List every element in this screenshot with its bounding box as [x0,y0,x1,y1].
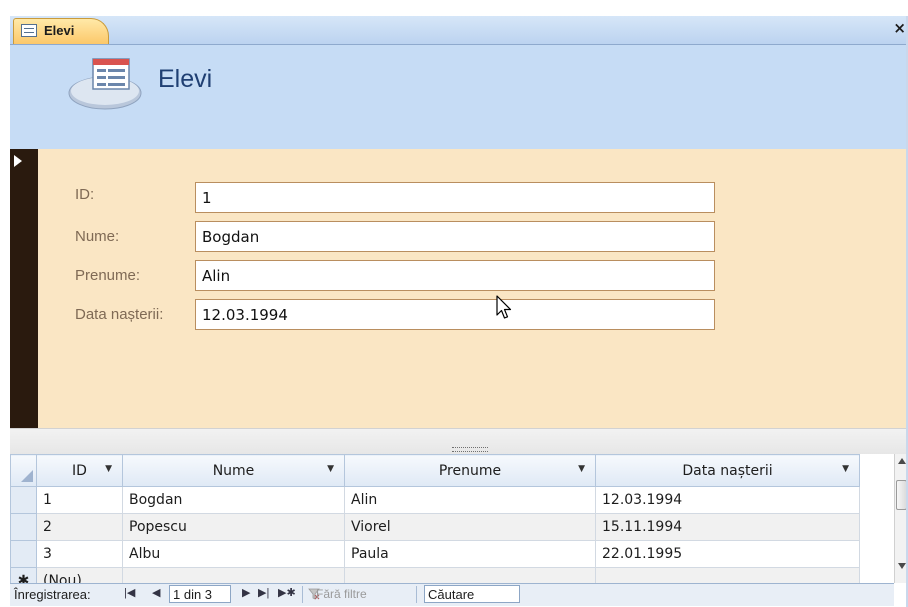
search-input[interactable]: Căutare [424,585,520,603]
row-selector[interactable] [10,540,37,568]
select-all-corner[interactable] [10,454,37,487]
nume-field[interactable]: Bogdan [195,221,715,252]
row-selector[interactable] [10,486,37,514]
form-header: Elevi [10,45,908,149]
data-nasterii-label: Data nașterii: [75,306,164,323]
table-cell[interactable]: 22.01.1995 [595,540,860,568]
record-nav-label: Înregistrarea: [14,587,91,602]
table-cell[interactable]: Albu [122,540,345,568]
prenume-label: Prenume: [75,267,141,284]
new-record-row[interactable]: ✱ (Nou) [10,567,860,583]
row-selector[interactable] [10,513,37,541]
table-cell[interactable]: 15.11.1994 [595,513,860,541]
next-record-button[interactable]: ▶ [242,586,250,599]
table-cell[interactable]: Viorel [344,513,596,541]
table-cell[interactable] [344,567,596,583]
table-cell[interactable]: 2 [36,513,123,541]
prenume-field[interactable]: Alin [195,260,715,291]
new-record-button[interactable]: ▶✱ [278,586,296,599]
column-header-id[interactable]: ID ▼ [36,454,123,487]
previous-record-button[interactable]: ◀ [152,586,160,599]
new-record-label[interactable]: (Nou) [36,567,123,583]
table-cell[interactable]: Paula [344,540,596,568]
data-nasterii-field[interactable]: 12.03.1994 [195,299,715,330]
table-cell[interactable] [122,567,345,583]
split-bar[interactable] [10,428,908,455]
column-header-data-nasterii[interactable]: Data nașterii ▼ [595,454,860,487]
column-header-prenume[interactable]: Prenume ▼ [344,454,596,487]
column-header-label: Prenume [438,462,502,479]
datasheet-table: ID ▼ Nume ▼ Prenume ▼ Data nașterii ▼ 1 Bogd… [10,454,860,583]
splitter-grip[interactable] [452,447,488,452]
column-header-nume[interactable]: Nume ▼ [122,454,345,487]
table-cell[interactable]: Popescu [122,513,345,541]
record-navigation-bar: Înregistrarea: |◀ ◀ 1 din 3 ▶ ▶| ▶✱ Fără… [10,583,894,606]
tab-elevi[interactable]: Elevi [13,18,109,44]
id-field[interactable]: 1 [195,182,715,213]
nav-separator [416,586,417,603]
table-cell[interactable]: Alin [344,486,596,514]
form-title: Elevi [158,65,213,93]
last-record-button[interactable]: ▶| [258,586,269,599]
column-header-label: Data nașterii [682,462,773,479]
id-label: ID: [75,186,95,203]
chevron-down-icon[interactable]: ▼ [327,464,334,474]
chevron-down-icon[interactable]: ▼ [578,464,585,474]
column-header-label: ID [72,462,87,479]
table-row[interactable]: 1 Bogdan Alin 12.03.1994 [10,486,860,514]
datasheet-header-row: ID ▼ Nume ▼ Prenume ▼ Data nașterii ▼ [10,454,860,487]
record-selector[interactable] [10,149,38,428]
form-icon [21,24,37,37]
chevron-down-icon[interactable]: ▼ [105,464,112,474]
table-row[interactable]: 2 Popescu Viorel 15.11.1994 [10,513,860,541]
scroll-down-icon[interactable] [898,563,906,569]
close-icon[interactable]: × [893,19,906,37]
document-tab-bar: Elevi × [10,16,908,45]
table-cell[interactable]: 12.03.1994 [595,486,860,514]
form-icon [68,58,142,110]
column-header-label: Nume [212,462,255,479]
form-window: Elevi × Elevi ID: 1 Nume: Bogdan Prenume… [0,0,908,607]
filter-status[interactable]: Fără filtre [316,587,367,601]
datasheet: ID ▼ Nume ▼ Prenume ▼ Data nașterii ▼ 1 Bogd… [10,454,894,583]
nume-label: Nume: [75,228,120,245]
chevron-down-icon[interactable]: ▼ [842,464,849,474]
nav-separator [302,586,303,603]
current-record-field[interactable]: 1 din 3 [169,585,231,603]
table-cell[interactable]: Bogdan [122,486,345,514]
table-cell[interactable]: 3 [36,540,123,568]
table-cell[interactable] [595,567,860,583]
current-record-arrow-icon [14,155,22,167]
mouse-pointer-icon [496,295,512,319]
first-record-button[interactable]: |◀ [124,586,135,599]
table-row[interactable]: 3 Albu Paula 22.01.1995 [10,540,860,568]
table-cell[interactable]: 1 [36,486,123,514]
new-record-icon: ✱ [10,567,37,583]
tab-label: Elevi [44,23,75,38]
scroll-up-icon[interactable] [898,458,906,464]
